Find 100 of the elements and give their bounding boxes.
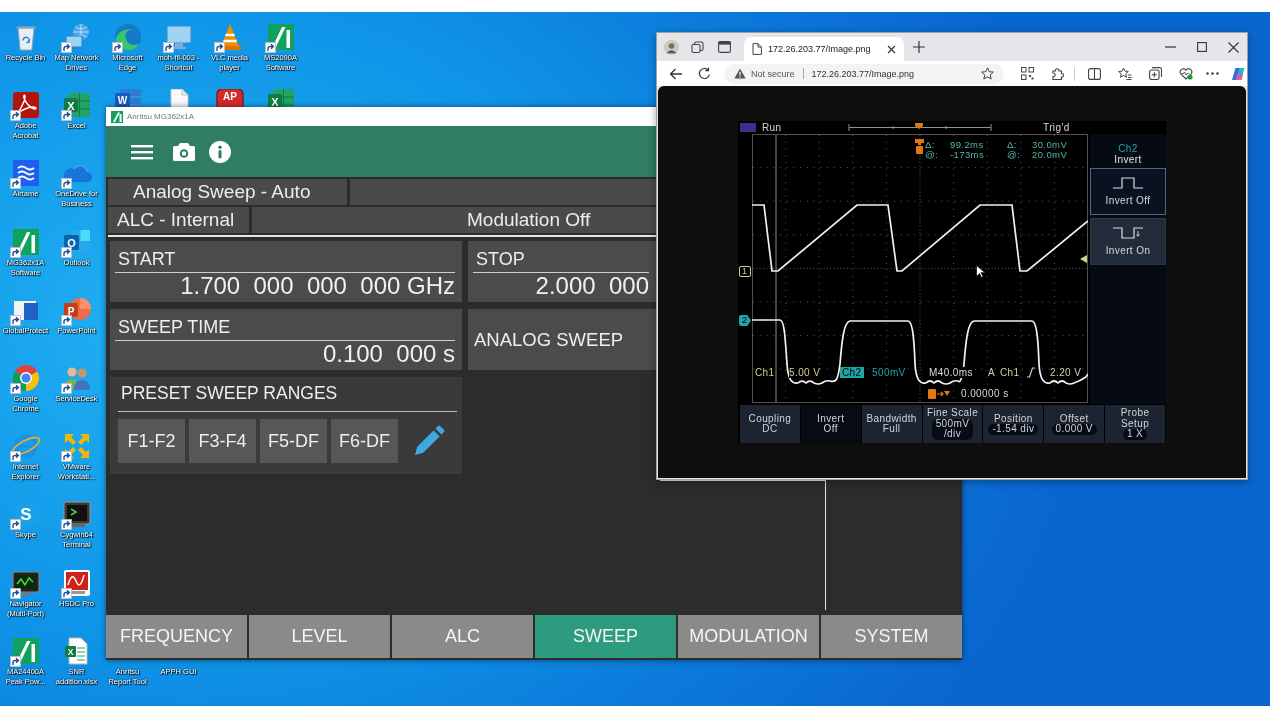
channel-label: Ch2 xyxy=(840,367,864,378)
readout-value: 99.2ms xyxy=(950,140,984,150)
softkey-value: 1 X xyxy=(1122,429,1148,440)
workspaces-icon[interactable] xyxy=(691,40,704,54)
parameter-label: START xyxy=(115,248,455,273)
status-indicator-icon xyxy=(740,122,756,132)
trigger-position-icon xyxy=(928,388,950,399)
cursor-marker-icon xyxy=(915,139,924,154)
avatar-icon[interactable] xyxy=(664,39,679,55)
trigger-level: 2.20 V xyxy=(1050,367,1082,378)
value-field[interactable]: 1.700 000 000 000 GHz xyxy=(115,273,455,299)
maximize-icon[interactable] xyxy=(1197,42,1207,52)
address-bar[interactable]: Not secure 172.26.203.77/Image.png xyxy=(724,63,1004,84)
softkey-title: Fine Scale xyxy=(926,408,979,419)
inverted-pulse-icon xyxy=(1113,227,1143,239)
mouse-pointer-icon xyxy=(976,265,985,278)
readout-value: -173ms xyxy=(950,150,985,160)
swirl-logo-icon[interactable] xyxy=(1231,66,1245,81)
menu-icon[interactable] xyxy=(131,143,153,160)
menu-title: Invert xyxy=(1114,154,1142,165)
channel-marker: 2 xyxy=(739,315,751,326)
channel-label: Ch1 xyxy=(755,367,775,378)
pencil-icon[interactable] xyxy=(412,424,446,458)
softkey-value: 500mV /div xyxy=(931,418,974,440)
softkey-title: Coupling xyxy=(748,413,792,424)
section-title: PRESET SWEEP RANGES xyxy=(121,383,338,403)
status-text: ALC - Internal xyxy=(117,209,235,231)
trigger-mode: A xyxy=(988,367,996,378)
preset-button[interactable]: F5-DF xyxy=(260,419,327,463)
value-field[interactable]: 0.100 000 s xyxy=(115,341,455,367)
softkey-title: Position xyxy=(993,413,1033,424)
readout-label: @: xyxy=(925,150,939,160)
browser-tab[interactable]: 172.26.203.77/Image.png xyxy=(744,37,904,61)
close-icon[interactable] xyxy=(1228,41,1239,53)
plus-icon[interactable] xyxy=(913,41,925,53)
rising-edge-icon xyxy=(1027,367,1035,378)
menu-option-label: Invert Off xyxy=(1105,195,1151,206)
preset-button[interactable]: F1-F2 xyxy=(118,419,185,463)
readout-label: Δ: xyxy=(1007,140,1017,150)
softkey-value: 0.000 V xyxy=(1051,424,1097,435)
back-arrow-icon[interactable] xyxy=(669,67,683,80)
puzzle-piece-icon[interactable] xyxy=(1051,67,1064,80)
readout-label: @: xyxy=(1007,150,1021,160)
channel-scale: 500mV xyxy=(872,367,906,378)
softkey-value: Off xyxy=(823,424,838,435)
nav-tab[interactable]: FREQUENCY xyxy=(106,615,247,658)
parameter-label: SWEEP TIME xyxy=(115,316,455,341)
nav-tab[interactable]: MODULATION xyxy=(678,615,819,658)
collections-icon[interactable] xyxy=(1149,67,1162,80)
mode-button[interactable]: ANALOG SWEEP xyxy=(468,309,656,370)
readout-label: Δ: xyxy=(925,140,935,150)
favorites-icon[interactable] xyxy=(1118,67,1132,80)
softkey-title: Invert xyxy=(817,413,845,424)
url-text: 172.26.203.77/Image.png xyxy=(811,68,915,79)
channel-marker: 1 xyxy=(739,266,751,277)
app-tile-icon[interactable]: AP xyxy=(213,89,246,108)
warning-icon[interactable] xyxy=(734,68,746,79)
softkey-title: Probe Setup xyxy=(1119,408,1151,430)
timebase: M40.0ms xyxy=(928,367,974,378)
trigger-status: Trig'd xyxy=(1043,121,1070,133)
softkey-value: Full xyxy=(882,424,901,435)
nav-tab[interactable]: LEVEL xyxy=(249,615,390,658)
trigger-position: 0.00000 s xyxy=(961,388,1009,399)
security-label[interactable]: Not secure xyxy=(751,68,795,79)
parameter-label: STOP xyxy=(473,248,649,273)
pulse-icon xyxy=(1113,177,1143,189)
preset-button[interactable]: F3-F4 xyxy=(189,419,256,463)
readout-value: 20.0mV xyxy=(1032,150,1068,160)
app-logo-icon xyxy=(111,110,123,123)
readout-value: 30.0mV xyxy=(1032,140,1068,150)
refresh-icon[interactable] xyxy=(698,67,711,80)
file-icon xyxy=(752,43,762,55)
trigger-source: Ch1 xyxy=(1000,367,1020,378)
star-icon[interactable] xyxy=(981,67,994,80)
nav-tab[interactable]: ALC xyxy=(392,615,533,658)
window-title: Anritsu MG362x1A xyxy=(127,112,195,121)
heart-pulse-icon[interactable] xyxy=(1179,67,1193,80)
info-icon[interactable] xyxy=(209,140,231,163)
status-text: Modulation Off xyxy=(467,209,591,231)
tab-list-icon[interactable] xyxy=(718,41,731,53)
channel-scale: 5.00 V xyxy=(789,367,821,378)
qr-code-icon[interactable] xyxy=(1021,67,1034,80)
softkey-value: DC xyxy=(762,424,778,435)
acquisition-status: Run xyxy=(762,121,782,133)
preset-button[interactable]: F6-DF xyxy=(331,419,398,463)
softkey-title: Bandwidth xyxy=(866,413,917,424)
split-screen-icon[interactable] xyxy=(1088,67,1101,80)
status-text: Analog Sweep - Auto xyxy=(133,181,311,203)
nav-tab[interactable]: SWEEP xyxy=(535,615,676,658)
menu-option-label: Invert On xyxy=(1105,245,1151,256)
camera-icon[interactable] xyxy=(173,142,195,161)
nav-tab[interactable]: SYSTEM xyxy=(821,615,962,658)
close-tab-icon[interactable] xyxy=(887,44,896,54)
value-field[interactable]: 2.000 000 xyxy=(473,273,649,299)
softkey-title: Offset xyxy=(1059,413,1089,424)
trigger-level-icon xyxy=(1080,255,1087,263)
more-icon[interactable] xyxy=(1206,72,1219,75)
menu-channel: Ch2 xyxy=(1118,143,1138,154)
record-bar-icon xyxy=(848,122,992,132)
softkey-value: -1.54 div xyxy=(988,424,1039,435)
